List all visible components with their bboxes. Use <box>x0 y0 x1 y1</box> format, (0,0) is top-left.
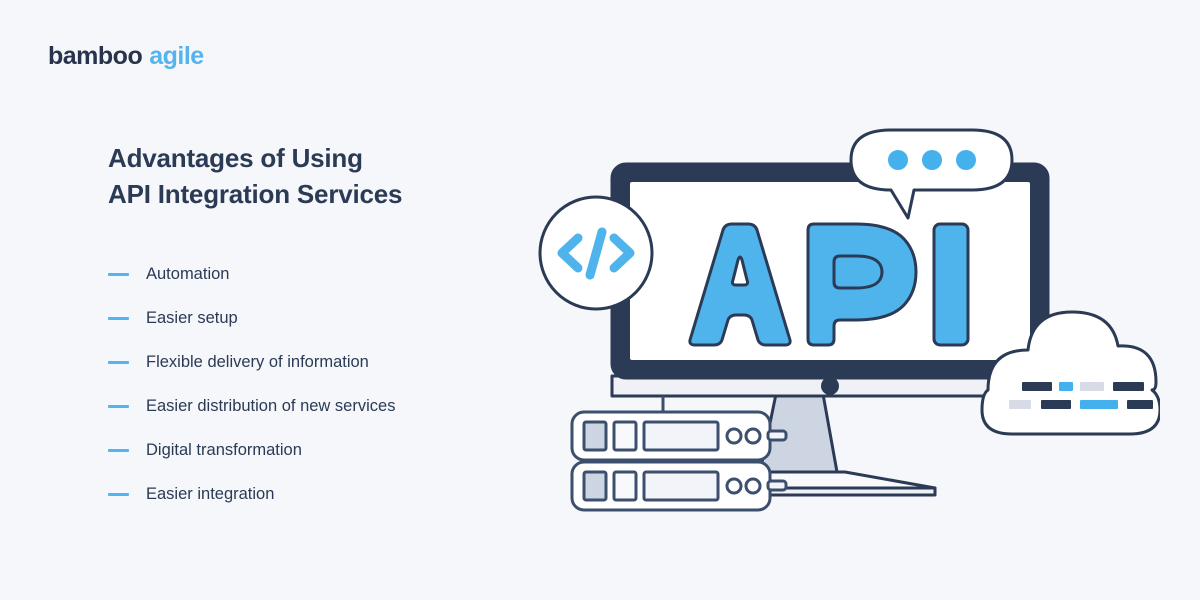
page-title-line-1: Advantages of Using <box>108 143 363 173</box>
server-led-block-empty <box>612 420 638 452</box>
list-item-label: Automation <box>146 265 230 283</box>
list-item: Easier setup <box>108 296 538 340</box>
api-illustration <box>520 100 1160 530</box>
server-slot-bar <box>642 420 720 452</box>
server-slot-bar <box>642 470 720 502</box>
speech-dot-icon <box>888 150 908 170</box>
logo-word-agile: agile <box>149 42 204 70</box>
dash-bullet-icon <box>108 272 129 276</box>
dash-bullet-icon <box>108 492 129 496</box>
poster-canvas: bamboo agile Advantages of Using API Inte… <box>0 0 1200 600</box>
cloud-code-bar <box>1080 400 1118 409</box>
server-led-block-filled <box>582 470 608 502</box>
cloud-code-bar <box>1041 400 1071 409</box>
page-title: Advantages of Using API Integration Serv… <box>108 140 538 212</box>
cloud-code-bar <box>1127 400 1153 409</box>
server-unit <box>570 410 788 462</box>
speech-dot-icon <box>956 150 976 170</box>
cloud-code-bar <box>1113 382 1144 391</box>
list-item: Easier distribution of new services <box>108 384 538 428</box>
list-item-label: Easier integration <box>146 485 275 503</box>
list-item: Easier integration <box>108 472 538 516</box>
list-item: Automation <box>108 252 538 296</box>
logo-word-bamboo: bamboo <box>48 42 143 70</box>
page-title-line-2: API Integration Services <box>108 179 403 209</box>
server-switch-icon <box>766 429 788 442</box>
list-item-label: Digital transformation <box>146 441 302 459</box>
server-switch-icon <box>766 479 788 492</box>
cloud-code-bar <box>1080 382 1104 391</box>
server-unit <box>570 460 788 512</box>
list-item: Digital transformation <box>108 428 538 472</box>
content-column: Advantages of Using API Integration Serv… <box>108 140 538 516</box>
speech-dot-icon <box>922 150 942 170</box>
list-item: Flexible delivery of information <box>108 340 538 384</box>
cloud-code-bar <box>1059 382 1073 391</box>
list-item-label: Flexible delivery of information <box>146 353 369 371</box>
dash-bullet-icon <box>108 316 129 320</box>
server-led-block-empty <box>612 470 638 502</box>
dash-bullet-icon <box>108 404 129 408</box>
cloud-code-bar <box>1009 400 1031 409</box>
code-badge <box>538 195 654 311</box>
dash-bullet-icon <box>108 448 129 452</box>
list-item-label: Easier distribution of new services <box>146 397 396 415</box>
monitor-indicator-dot-icon <box>821 377 839 395</box>
dash-bullet-icon <box>108 360 129 364</box>
brand-logo: bamboo agile <box>48 42 204 71</box>
cloud-code-bar <box>1022 382 1052 391</box>
advantages-list: Automation Easier setup Flexible deliver… <box>108 252 538 516</box>
server-stack <box>570 396 788 512</box>
list-item-label: Easier setup <box>146 309 238 327</box>
server-led-block-filled <box>582 420 608 452</box>
